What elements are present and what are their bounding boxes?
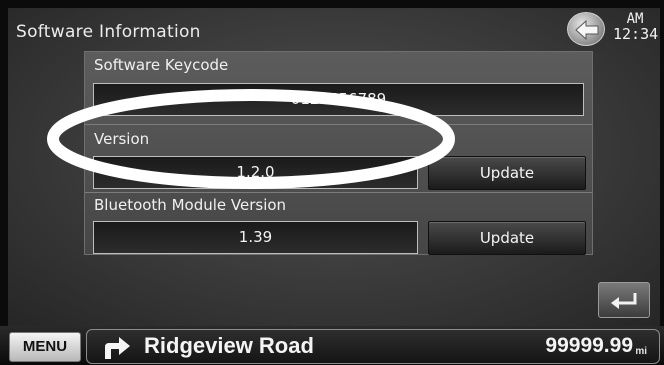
screen: Software Information AM 12:34 Software K… [8,8,660,326]
info-panel: Software Keycode 0123456789 Version 1.2.… [84,51,593,255]
distance-value: 99999.99 [545,334,633,357]
distance-unit: mi [635,346,647,357]
clock-time: 12:34 [613,25,659,43]
version-field: 1.2.0 [93,156,418,189]
navigation-strip[interactable]: Ridgeview Road 99999.99 mi [86,329,660,364]
bluetooth-label: Bluetooth Module Version [94,196,287,214]
divider [85,192,592,193]
back-button[interactable] [567,12,605,46]
bluetooth-version-field: 1.39 [93,221,418,254]
keycode-field: 0123456789 [93,83,584,116]
page-title: Software Information [16,22,201,42]
turn-right-arrow-icon [105,337,130,359]
return-arrow-icon [611,293,637,309]
back-arrow-icon [575,19,599,41]
street-name: Ridgeview Road [144,333,314,358]
version-label: Version [94,130,150,148]
bluetooth-update-button[interactable]: Update [428,221,586,255]
menu-button[interactable]: MENU [9,332,81,362]
bottom-bar: MENU Ridgeview Road 99999.99 mi [0,326,664,365]
version-update-button[interactable]: Update [428,156,586,190]
divider [85,124,592,125]
clock: AM 12:34 [613,12,659,43]
keycode-label: Software Keycode [94,56,229,74]
return-button[interactable] [598,282,650,318]
